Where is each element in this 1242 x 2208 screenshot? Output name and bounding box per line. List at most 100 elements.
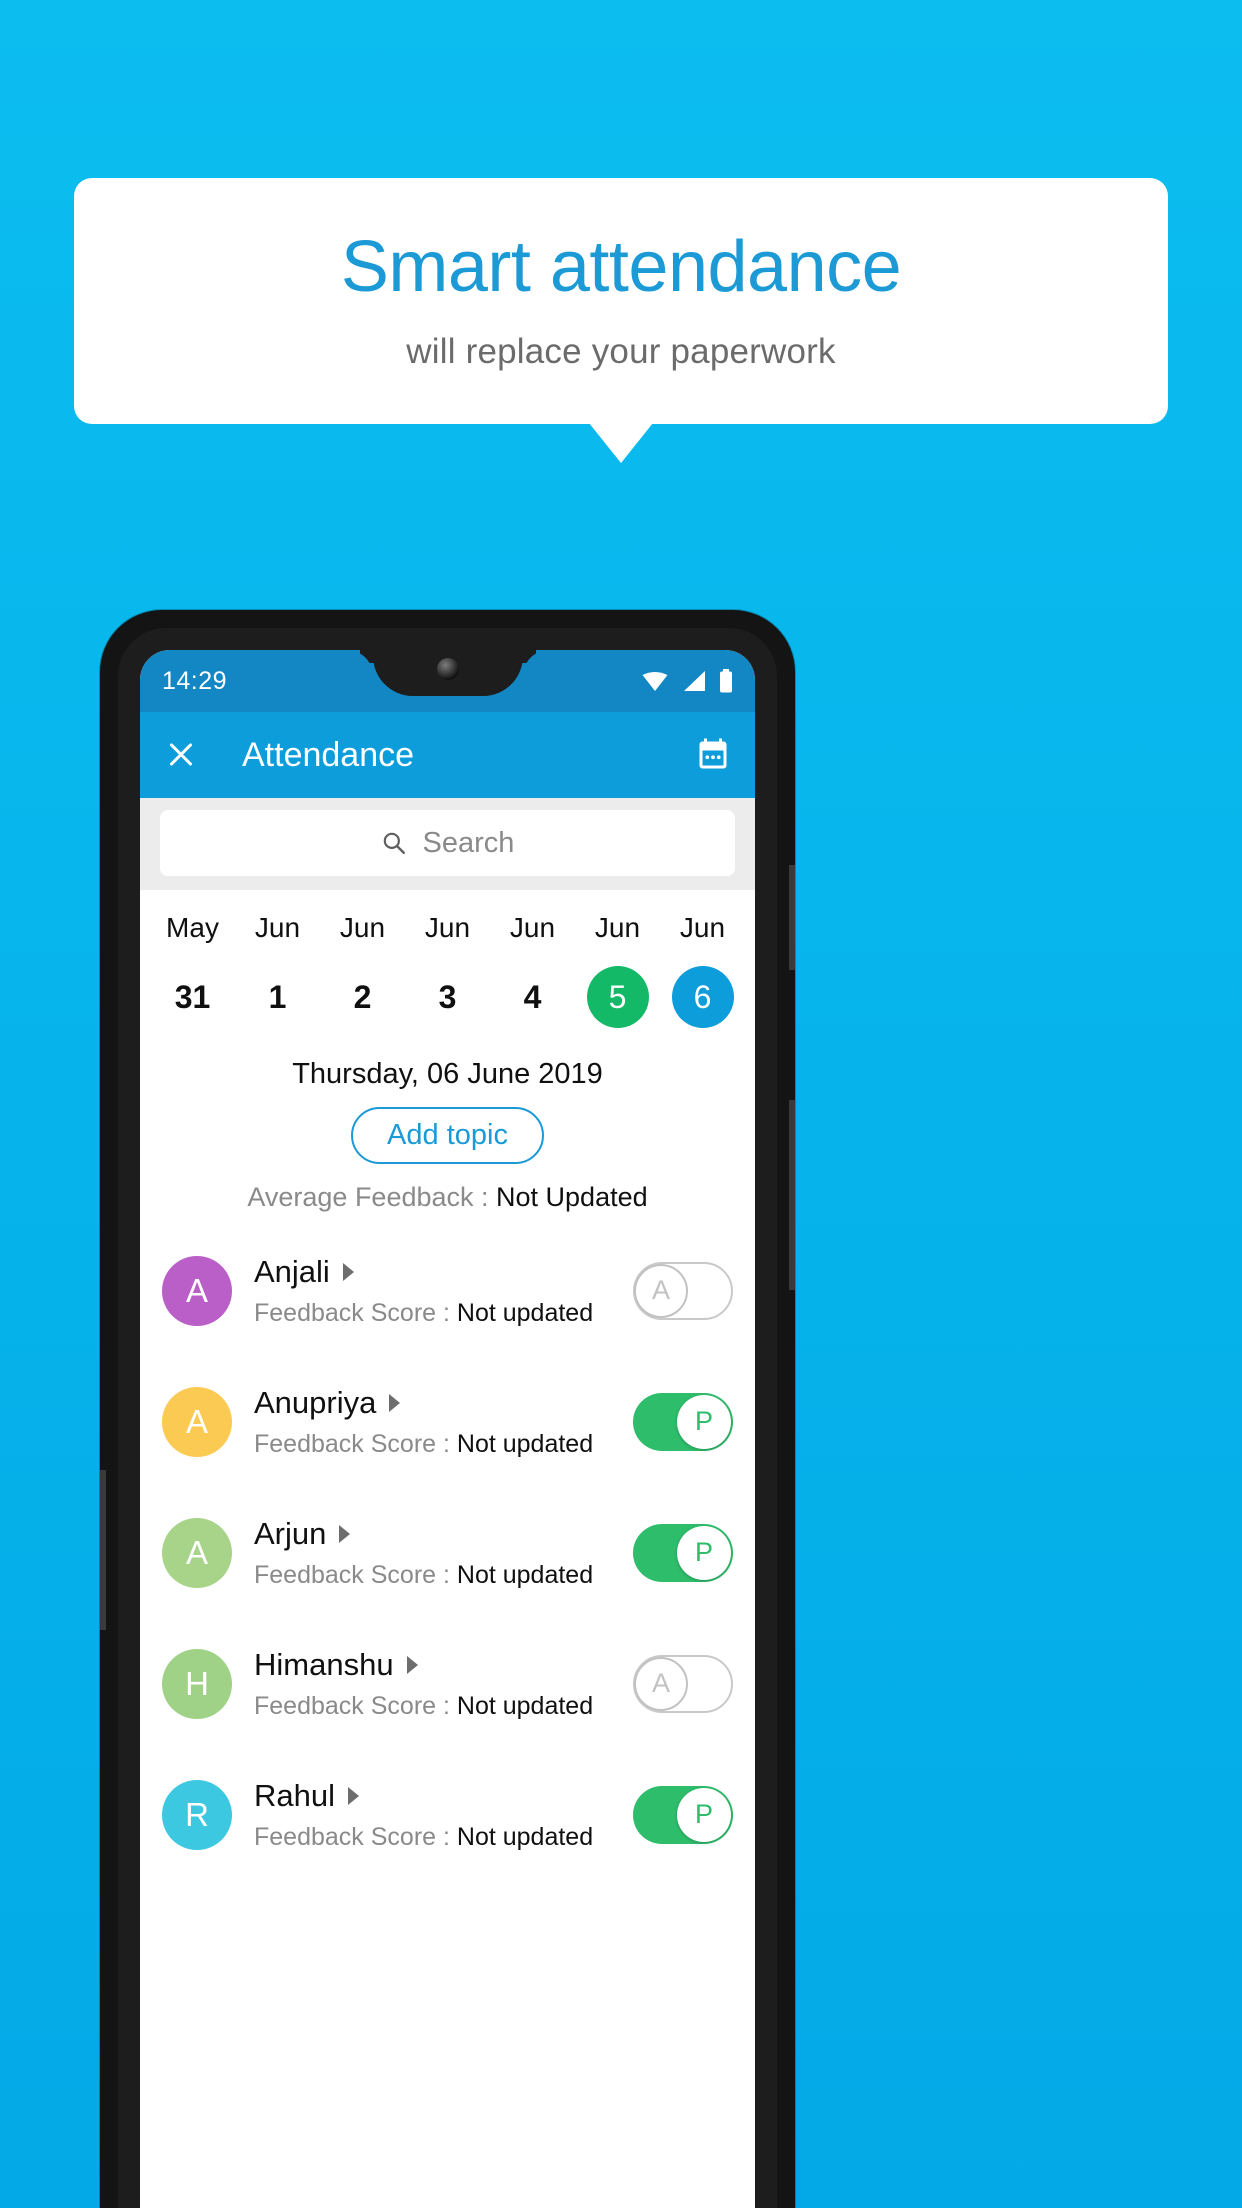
student-info: Anjali Feedback Score : Not updated bbox=[254, 1254, 633, 1328]
date-day-number[interactable]: 4 bbox=[502, 966, 564, 1028]
feedback-score-label: Feedback Score : bbox=[254, 1429, 457, 1458]
date-cell[interactable]: May 31 bbox=[150, 912, 235, 1028]
date-month-label: Jun bbox=[679, 912, 726, 943]
page-title: Attendance bbox=[242, 735, 415, 774]
selected-date-label: Thursday, 06 June 2019 bbox=[292, 1058, 603, 1090]
student-row[interactable]: R Rahul Feedback Score : Not updated P bbox=[140, 1749, 755, 1880]
student-row[interactable]: A Anjali Feedback Score : Not updated A bbox=[140, 1225, 755, 1356]
feedback-score-label: Feedback Score : bbox=[254, 1822, 457, 1851]
avatar: A bbox=[162, 1255, 232, 1326]
attendance-toggle-knob: A bbox=[634, 1263, 688, 1318]
student-row[interactable]: H Himanshu Feedback Score : Not updated A bbox=[140, 1618, 755, 1749]
attendance-toggle-knob: P bbox=[677, 1787, 731, 1842]
student-name: Rahul bbox=[254, 1777, 335, 1813]
wifi-icon bbox=[642, 672, 668, 691]
student-info: Rahul Feedback Score : Not updated bbox=[254, 1778, 633, 1852]
student-list: A Anjali Feedback Score : Not updated A A Anu… bbox=[140, 1225, 755, 1880]
calendar-icon[interactable] bbox=[695, 737, 731, 773]
date-cell[interactable]: Jun 3 bbox=[405, 912, 490, 1028]
phone-screen: 14:29 Attendance Search May 31 Jun 1 Jun… bbox=[140, 650, 755, 2208]
student-name-line[interactable]: Anjali bbox=[254, 1254, 633, 1290]
date-month-label: Jun bbox=[509, 912, 556, 943]
student-name-line[interactable]: Himanshu bbox=[254, 1647, 633, 1683]
student-name-line[interactable]: Rahul bbox=[254, 1778, 633, 1814]
signal-icon bbox=[684, 671, 705, 691]
app-bar: Attendance bbox=[140, 712, 755, 798]
attendance-toggle[interactable]: A bbox=[633, 1654, 733, 1713]
date-cell[interactable]: Jun 5 bbox=[575, 912, 660, 1028]
student-info: Anupriya Feedback Score : Not updated bbox=[254, 1385, 633, 1459]
chevron-right-icon[interactable] bbox=[348, 1786, 359, 1805]
feedback-score: Feedback Score : Not updated bbox=[254, 1299, 633, 1328]
feedback-score-value: Not updated bbox=[456, 1822, 594, 1851]
avatar: A bbox=[162, 1386, 232, 1457]
date-cell[interactable]: Jun 2 bbox=[320, 912, 405, 1028]
feedback-score: Feedback Score : Not updated bbox=[254, 1561, 633, 1590]
student-name-line[interactable]: Anupriya bbox=[254, 1385, 633, 1421]
student-name: Arjun bbox=[254, 1515, 327, 1551]
status-time: 14:29 bbox=[162, 666, 228, 695]
add-topic-container: Add topic bbox=[140, 1107, 755, 1164]
phone-side-button-left[interactable] bbox=[100, 1470, 106, 1630]
date-month-label: Jun bbox=[254, 912, 301, 943]
date-month-label: Jun bbox=[424, 912, 471, 943]
date-day-number[interactable]: 2 bbox=[332, 966, 394, 1028]
status-icons bbox=[641, 669, 733, 693]
student-row[interactable]: A Arjun Feedback Score : Not updated P bbox=[140, 1487, 755, 1618]
date-month-label: May bbox=[166, 912, 219, 943]
average-feedback: Average Feedback : Not Updated bbox=[140, 1182, 755, 1213]
date-month-label: Jun bbox=[594, 912, 641, 943]
feedback-score: Feedback Score : Not updated bbox=[254, 1430, 633, 1459]
student-info: Himanshu Feedback Score : Not updated bbox=[254, 1647, 633, 1721]
feedback-score-label: Feedback Score : bbox=[254, 1691, 457, 1720]
chevron-right-icon[interactable] bbox=[342, 1262, 354, 1281]
date-strip: May 31 Jun 1 Jun 2 Jun 3 Jun 4 Jun 5 Jun 6 bbox=[140, 890, 755, 1036]
attendance-toggle-knob: A bbox=[634, 1656, 688, 1711]
date-month-label: Jun bbox=[339, 912, 386, 943]
search-input[interactable]: Search bbox=[160, 810, 735, 876]
average-feedback-label: Average Feedback : bbox=[247, 1182, 497, 1212]
attendance-toggle-knob: P bbox=[677, 1525, 731, 1580]
date-day-number[interactable]: 1 bbox=[247, 966, 309, 1028]
date-day-number[interactable]: 5 bbox=[586, 966, 649, 1028]
date-cell[interactable]: Jun 1 bbox=[235, 912, 320, 1028]
battery-icon bbox=[720, 669, 732, 693]
callout-tail bbox=[589, 423, 653, 463]
chevron-right-icon[interactable] bbox=[389, 1393, 401, 1412]
callout-title: Smart attendance bbox=[340, 227, 902, 308]
avatar: A bbox=[162, 1517, 232, 1588]
phone-side-button-right-lower[interactable] bbox=[789, 1100, 795, 1290]
average-feedback-value: Not Updated bbox=[496, 1182, 648, 1212]
add-topic-button[interactable]: Add topic bbox=[351, 1107, 544, 1164]
student-row[interactable]: A Anupriya Feedback Score : Not updated P bbox=[140, 1356, 755, 1487]
feedback-score: Feedback Score : Not updated bbox=[254, 1692, 633, 1721]
close-icon[interactable] bbox=[164, 738, 198, 772]
student-name: Anjali bbox=[254, 1253, 330, 1289]
student-name: Anupriya bbox=[254, 1384, 377, 1420]
search-bar-container: Search bbox=[140, 798, 755, 890]
feedback-score: Feedback Score : Not updated bbox=[254, 1823, 633, 1852]
date-day-number[interactable]: 3 bbox=[417, 966, 479, 1028]
student-name: Himanshu bbox=[254, 1646, 394, 1682]
search-icon bbox=[383, 832, 405, 854]
date-day-number[interactable]: 6 bbox=[671, 966, 734, 1028]
attendance-toggle[interactable]: P bbox=[633, 1785, 733, 1844]
feedback-score-value: Not updated bbox=[456, 1691, 594, 1720]
avatar: R bbox=[162, 1779, 232, 1850]
phone-side-button-right-upper[interactable] bbox=[789, 865, 795, 970]
attendance-toggle[interactable]: P bbox=[633, 1523, 733, 1582]
date-cell[interactable]: Jun 4 bbox=[490, 912, 575, 1028]
attendance-toggle-knob: P bbox=[677, 1394, 731, 1449]
attendance-toggle[interactable]: P bbox=[633, 1392, 733, 1451]
chevron-right-icon[interactable] bbox=[406, 1655, 418, 1674]
promo-screenshot: Smart attendance will replace your paper… bbox=[0, 0, 1242, 2208]
student-name-line[interactable]: Arjun bbox=[254, 1516, 633, 1552]
callout-subtitle: will replace your paperwork bbox=[406, 331, 836, 371]
date-day-number[interactable]: 31 bbox=[162, 966, 224, 1028]
search-placeholder: Search bbox=[422, 826, 515, 859]
attendance-toggle[interactable]: A bbox=[633, 1261, 733, 1320]
front-camera bbox=[436, 658, 459, 680]
chevron-right-icon[interactable] bbox=[339, 1524, 351, 1543]
callout-bubble: Smart attendance will replace your paper… bbox=[74, 178, 1168, 424]
date-cell[interactable]: Jun 6 bbox=[660, 912, 745, 1028]
